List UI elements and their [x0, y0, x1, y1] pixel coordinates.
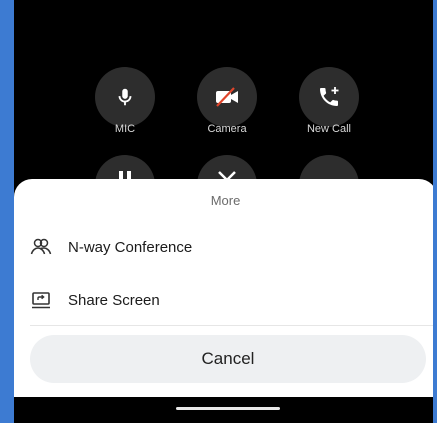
camera-button[interactable]: [197, 67, 257, 127]
sheet-divider: [30, 325, 433, 326]
mic-button[interactable]: [95, 67, 155, 127]
new-call-label: New Call: [306, 123, 351, 135]
frame-border: [433, 0, 437, 423]
home-indicator[interactable]: [176, 407, 280, 410]
more-bottom-sheet: More N-way Conference Share Screen Cance…: [14, 179, 433, 397]
mic-icon: [118, 88, 132, 106]
cancel-button[interactable]: Cancel: [30, 335, 426, 383]
add-call-icon: [320, 87, 339, 106]
share-screen-option[interactable]: Share Screen: [14, 280, 433, 320]
n-way-conference-label: N-way Conference: [68, 238, 193, 256]
share-screen-icon: [30, 289, 52, 311]
new-call-button[interactable]: [299, 67, 359, 127]
call-screen: MIC Camera New Call More N-way Conferenc…: [14, 0, 433, 423]
share-screen-label: Share Screen: [68, 291, 160, 309]
system-nav-bar: [14, 397, 433, 423]
camera-label: Camera: [207, 123, 247, 135]
sheet-title: More: [210, 193, 241, 208]
n-way-conference-option[interactable]: N-way Conference: [14, 227, 433, 267]
camera-off-icon: [216, 87, 238, 107]
mic-label: MIC: [114, 123, 136, 135]
conference-icon: [30, 236, 52, 258]
